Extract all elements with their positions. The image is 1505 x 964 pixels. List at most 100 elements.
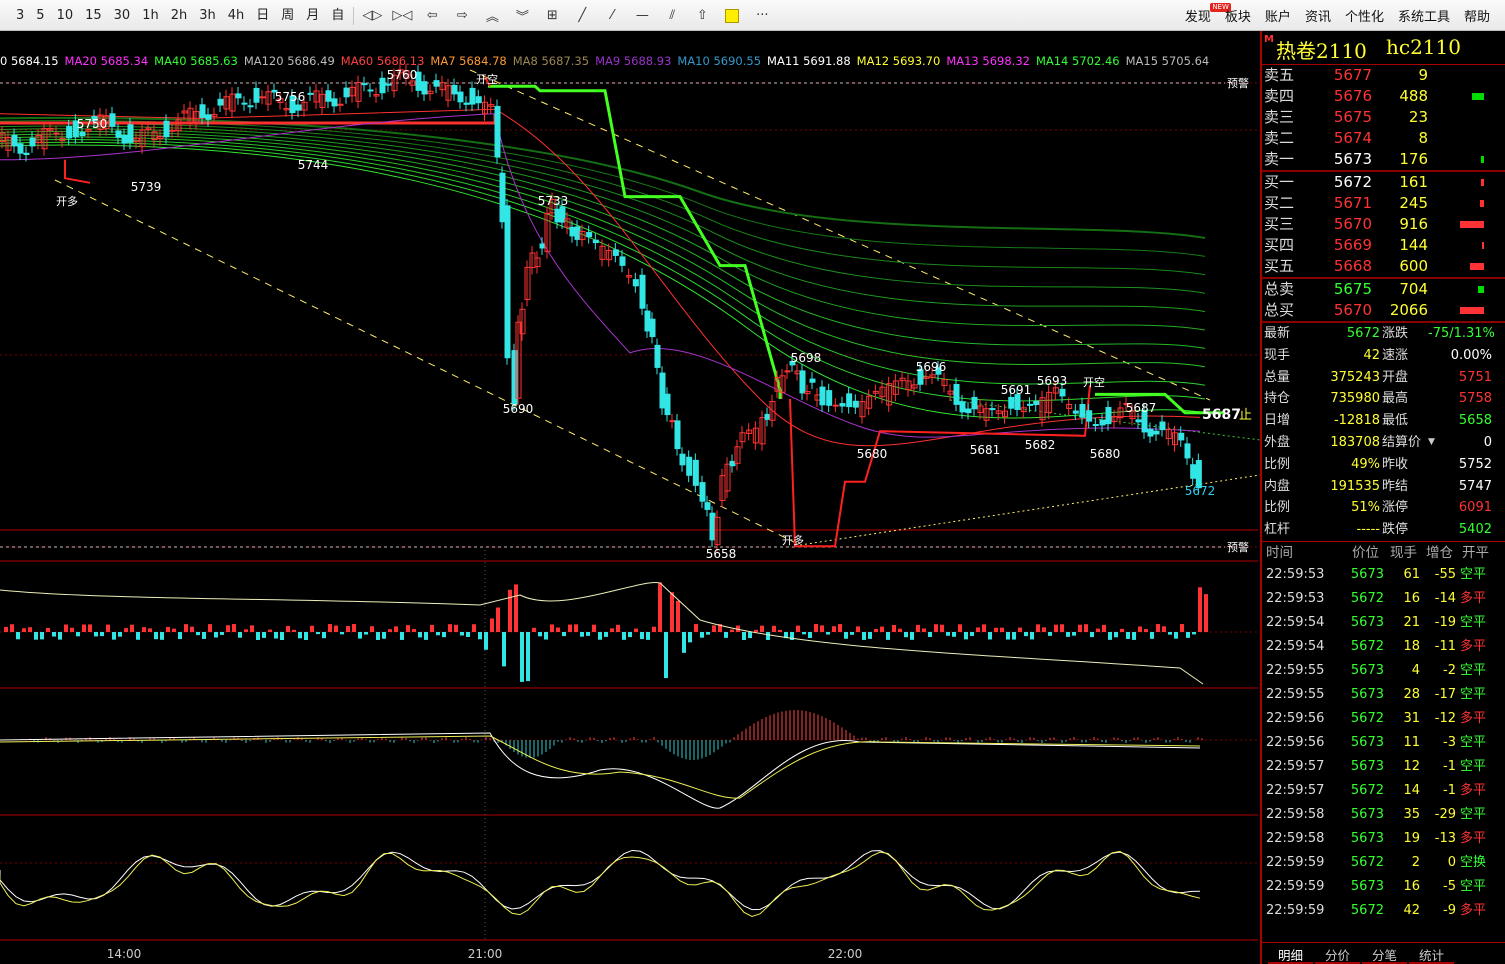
period-7[interactable]: 3h <box>193 5 222 27</box>
open-short-signal: 开空 <box>476 72 498 86</box>
trade-row[interactable]: 22:59:58 5673 35 -29 空平 <box>1262 803 1505 827</box>
trade-row[interactable]: 22:59:55 5673 28 -17 空平 <box>1262 683 1505 707</box>
bids-depth-bar <box>1470 263 1484 270</box>
volume-bar <box>10 624 14 632</box>
period-8[interactable]: 4h <box>222 5 251 27</box>
trade-row[interactable]: 22:59:56 5672 31 -12 多平 <box>1262 707 1505 731</box>
bids-row[interactable]: 买三 5670 916 <box>1262 214 1505 235</box>
period-11[interactable]: 月 <box>300 5 325 27</box>
more-icon[interactable]: ··· <box>747 5 777 27</box>
zoom-in-out-icon[interactable]: ◁▷ <box>357 5 387 27</box>
color-picker-icon[interactable] <box>717 5 747 27</box>
trade-type: 空平 <box>1460 566 1487 582</box>
volume-bar <box>526 632 530 682</box>
arrow-down-double-icon[interactable]: ︾ <box>507 5 537 27</box>
instrument-name[interactable]: 热卷2110 <box>1276 35 1367 64</box>
volume-bar <box>1120 628 1124 632</box>
instrument-code[interactable]: hc2110 <box>1386 35 1461 59</box>
parallel-line-icon[interactable]: ⫽ <box>657 5 687 27</box>
menu-0[interactable]: 发现 NEW <box>1178 3 1231 25</box>
trade-row[interactable]: 22:59:53 5672 16 -14 多平 <box>1262 587 1505 611</box>
menu-label: 板块 <box>1224 10 1251 25</box>
period-5[interactable]: 1h <box>136 5 165 27</box>
period-10[interactable]: 周 <box>275 5 300 27</box>
menu-4[interactable]: 个性化 <box>1338 6 1391 25</box>
trades-list[interactable]: 22:59:53 5673 61 -55 空平 22:59:53 5672 16 -14 多平 22… <box>1262 563 1505 923</box>
bids-row[interactable]: 买五 5668 600 <box>1262 256 1505 277</box>
menu-6[interactable]: 帮助 <box>1457 6 1497 25</box>
arrow-up-double-icon[interactable]: ︽ <box>477 5 507 27</box>
kline-chart[interactable]: 5760 5756 5750 5744 5739 5733 5690 5698 5696 5691… <box>0 31 1260 964</box>
candle-down <box>852 400 859 408</box>
period-6[interactable]: 2h <box>165 5 194 27</box>
trade-row[interactable]: 22:59:59 5672 2 0 空换 <box>1262 851 1505 875</box>
menu-2[interactable]: 账户 <box>1258 6 1298 25</box>
arrow-up-icon[interactable]: ⇧ <box>687 5 717 27</box>
quote-row: 比例 49% 昨收 5752 <box>1262 454 1505 476</box>
volume-bar <box>1030 632 1034 640</box>
period-9[interactable]: 日 <box>250 5 275 27</box>
period-2[interactable]: 10 <box>51 5 80 27</box>
candle-down <box>953 383 960 405</box>
warning-tag: 预警 <box>1227 540 1249 554</box>
trade-price: 5673 <box>1350 566 1384 582</box>
trade-row[interactable]: 22:59:54 5672 18 -11 多平 <box>1262 635 1505 659</box>
trade-row[interactable]: 22:59:56 5673 11 -3 空平 <box>1262 731 1505 755</box>
volume-bar <box>172 628 176 632</box>
chart-canvas[interactable]: 5760 5756 5750 5744 5739 5733 5690 5698 5696 5691… <box>0 31 1260 964</box>
volume-bar <box>544 632 548 640</box>
bids-row[interactable]: 买一 5672 161 <box>1262 172 1505 193</box>
candle-down <box>1033 400 1040 406</box>
volume-bar <box>922 628 926 632</box>
period-selector: 3 5 10 15 30 1h 2h 3h 4h 日周月自 ◁▷ ▷◁ ⇦ ⇨ ︽ ︾ ⊞ ╱ ⁄ — ⫽ ⇧ ··· <box>10 0 777 31</box>
tab-0[interactable]: 明细 <box>1268 943 1314 964</box>
asks-row[interactable]: 卖四 5676 488 <box>1262 86 1505 107</box>
trade-row[interactable]: 22:59:55 5673 4 -2 空平 <box>1262 659 1505 683</box>
volume-bar <box>958 624 962 632</box>
volume-bar <box>892 624 896 632</box>
tab-1[interactable]: 分价 <box>1315 943 1361 964</box>
trade-row[interactable]: 22:59:57 5673 12 -1 空平 <box>1262 755 1505 779</box>
period-4[interactable]: 30 <box>108 5 137 27</box>
asks-row[interactable]: 卖一 5673 176 <box>1262 149 1505 170</box>
trade-row[interactable]: 22:59:59 5673 16 -5 空平 <box>1262 875 1505 899</box>
totals-row[interactable]: 总买 5670 2066 <box>1262 300 1505 321</box>
volume-bar <box>1078 624 1082 632</box>
arrow-right-icon[interactable]: ⇨ <box>447 5 477 27</box>
zoom-fit-icon[interactable]: ▷◁ <box>387 5 417 27</box>
bids-row[interactable]: 买二 5671 245 <box>1262 193 1505 214</box>
totals-row[interactable]: 总卖 5675 704 <box>1262 279 1505 300</box>
menu-5[interactable]: 系统工具 <box>1391 6 1457 25</box>
arrow-left-icon[interactable]: ⇦ <box>417 5 447 27</box>
tab-3[interactable]: 统计 <box>1409 943 1455 964</box>
ma-legend-item: MA120 5686.49 <box>243 54 335 68</box>
trade-row[interactable]: 22:59:53 5673 61 -55 空平 <box>1262 563 1505 587</box>
ma-legend-item: MA60 5686.13 <box>340 54 425 68</box>
bids-row[interactable]: 买四 5669 144 <box>1262 235 1505 256</box>
draw-line-icon[interactable]: ╱ <box>567 5 597 27</box>
asks-row[interactable]: 卖五 5677 9 <box>1262 65 1505 86</box>
period-1[interactable]: 5 <box>30 5 50 27</box>
trade-row[interactable]: 22:59:58 5673 19 -13 多平 <box>1262 827 1505 851</box>
candle-down <box>457 91 464 103</box>
trade-row[interactable]: 22:59:54 5673 21 -19 空平 <box>1262 611 1505 635</box>
candle-down <box>253 87 260 103</box>
horizontal-line-icon[interactable]: — <box>627 5 657 27</box>
layout-grid-icon[interactable]: ⊞ <box>537 5 567 27</box>
menu-1[interactable]: 板块 <box>1218 6 1258 25</box>
period-3[interactable]: 15 <box>79 5 108 27</box>
period-0[interactable]: 3 <box>10 5 30 27</box>
trade-row[interactable]: 22:59:57 5672 14 -1 多平 <box>1262 779 1505 803</box>
asks-row[interactable]: 卖二 5674 8 <box>1262 128 1505 149</box>
period-12[interactable]: 自 <box>325 5 350 27</box>
trade-type: 多平 <box>1460 710 1487 726</box>
menu-3[interactable]: 资讯 <box>1298 6 1338 25</box>
candle-down <box>127 124 134 143</box>
trade-row[interactable]: 22:59:59 5672 42 -9 多平 <box>1262 899 1505 923</box>
instrument-title: M 热卷2110 hc2110 <box>1262 31 1505 65</box>
volume-bar <box>766 632 770 640</box>
draw-ray-icon[interactable]: ⁄ <box>597 5 627 27</box>
pivot-label: 5658 <box>706 547 737 561</box>
asks-row[interactable]: 卖三 5675 23 <box>1262 107 1505 128</box>
tab-2[interactable]: 分笔 <box>1362 943 1408 964</box>
